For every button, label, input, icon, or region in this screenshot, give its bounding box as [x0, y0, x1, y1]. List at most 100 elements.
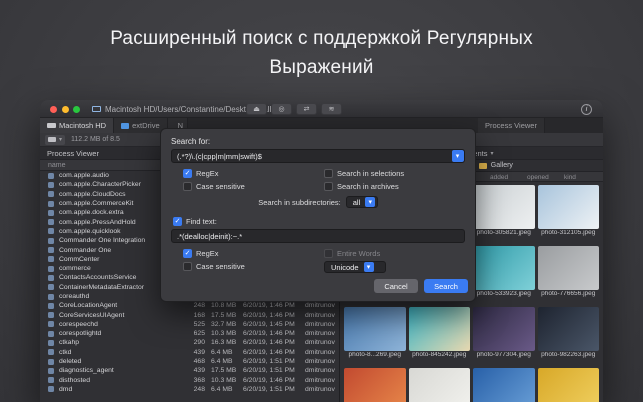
column-header-opened[interactable]: opened: [527, 174, 549, 181]
process-icon: [48, 359, 54, 365]
process-name: diagnostics_agent: [59, 367, 187, 374]
process-icon: [48, 238, 54, 244]
search-in-selections-checkbox[interactable]: Search in selections: [324, 168, 465, 178]
info-button[interactable]: i: [581, 104, 592, 115]
process-name: corespeechd: [59, 321, 187, 328]
process-user: dmitrunov: [305, 358, 339, 365]
gallery-item[interactable]: photo-977304.jpeg: [473, 307, 535, 365]
marketing-background: Расширенный поиск с поддержкой Регулярны…: [0, 0, 643, 402]
find-text-checkbox[interactable]: ✓ Find text:: [171, 216, 465, 226]
drive-select[interactable]: ▾: [45, 135, 65, 145]
search-button[interactable]: Search: [424, 279, 468, 293]
table-row[interactable]: CoreServicesUIAgent 168 17.5 MB 6/20/19,…: [40, 310, 339, 319]
gallery-item[interactable]: [473, 368, 535, 402]
gallery-item[interactable]: photo-533923.jpeg: [473, 246, 535, 304]
process-date: 6/20/19, 1:51 PM: [243, 358, 305, 365]
gallery-item[interactable]: photo-845242.jpeg: [409, 307, 471, 365]
photo-thumbnail: [538, 185, 600, 229]
folder-icon: [121, 123, 129, 129]
table-row[interactable]: CoreLocationAgent 248 10.8 MB 6/20/19, 1…: [40, 301, 339, 310]
tab-macintosh-hd[interactable]: Macintosh HD: [40, 118, 114, 133]
eject-button[interactable]: ⏏: [246, 103, 267, 115]
window-titlebar[interactable]: Macintosh HD/Users/Constantine/Desktop/G…: [40, 100, 603, 118]
process-icon: [48, 340, 54, 346]
process-user: dmitrunov: [305, 349, 339, 356]
checkbox-box: [324, 169, 333, 178]
process-date: 6/20/19, 1:46 PM: [243, 349, 305, 356]
process-icon: [48, 210, 54, 216]
chevron-down-icon: ▾: [59, 136, 62, 143]
search-history-dropdown[interactable]: ▾: [452, 150, 464, 162]
process-user: dmitrunov: [305, 377, 339, 384]
table-row[interactable]: diagnostics_agent 439 17.5 MB 6/20/19, 1…: [40, 366, 339, 375]
search-in-archives-checkbox[interactable]: Search in archives: [324, 181, 465, 191]
preview-button[interactable]: ◎: [271, 103, 292, 115]
checkbox-box: ✓: [183, 249, 192, 258]
zoom-window-button[interactable]: [73, 106, 80, 113]
gallery-item[interactable]: [538, 368, 600, 402]
photo-name: photo-982263.jpeg: [538, 352, 600, 365]
cancel-button[interactable]: Cancel: [374, 279, 418, 293]
gallery-item[interactable]: photo-312105.jpeg: [538, 185, 600, 243]
table-row[interactable]: deleted 468 6.4 MB 6/20/19, 1:51 PM dmit…: [40, 357, 339, 366]
close-window-button[interactable]: [50, 106, 57, 113]
gallery-item[interactable]: photo-776656.jpeg: [538, 246, 600, 304]
sync-button[interactable]: ⇄: [296, 103, 317, 115]
gallery-item[interactable]: photo-8...269.jpeg: [344, 307, 406, 365]
info-icon: i: [586, 106, 588, 113]
photo-thumbnail: [473, 368, 535, 402]
dialog-buttons: Cancel Search: [374, 279, 468, 293]
chevron-down-icon: ▾: [490, 150, 493, 157]
checkbox-box: ✓: [173, 217, 182, 226]
case-sensitive-find-checkbox[interactable]: Case sensitive: [183, 261, 324, 271]
checkbox-label: RegEx: [196, 169, 219, 178]
subdirectories-select[interactable]: all ▾: [346, 196, 378, 208]
table-row[interactable]: ctkd 439 6.4 MB 6/20/19, 1:46 PM dmitrun…: [40, 348, 339, 357]
table-row[interactable]: dmd 248 6.4 MB 6/20/19, 1:51 PM dmitruno…: [40, 385, 339, 394]
checkbox-label: Case sensitive: [196, 182, 245, 191]
process-icon: [48, 182, 54, 188]
checkbox-box: [183, 182, 192, 191]
photo-name: photo-305821.jpeg: [473, 230, 535, 243]
table-row[interactable]: disthosted 368 10.3 MB 6/20/19, 1:46 PM …: [40, 376, 339, 385]
process-icon: [48, 228, 54, 234]
tab-process-viewer[interactable]: Process Viewer: [478, 118, 545, 133]
checkbox-box: [324, 249, 333, 258]
gallery-item[interactable]: photo-982263.jpeg: [538, 307, 600, 365]
column-header-added[interactable]: added: [490, 174, 508, 181]
search-options: ✓ RegEx Search in selections Case sensit…: [171, 168, 465, 191]
process-size: 6.4 MB: [205, 386, 243, 393]
minimize-window-button[interactable]: [62, 106, 69, 113]
column-header-label: name: [48, 162, 66, 169]
regex-find-checkbox[interactable]: ✓ RegEx: [183, 248, 324, 258]
gallery-item[interactable]: [409, 368, 471, 402]
network-button[interactable]: ≋: [321, 103, 342, 115]
drive-icon: [47, 123, 56, 128]
table-row[interactable]: ctkahp 290 16.3 MB 6/20/19, 1:46 PM dmit…: [40, 338, 339, 347]
find-pattern-value: .*(dealloc|deinit):~.*: [177, 232, 242, 241]
process-size: 6.4 MB: [205, 349, 243, 356]
breadcrumb-current[interactable]: Gallery: [491, 162, 513, 169]
table-row[interactable]: corespotlightd 625 10.3 MB 6/20/19, 1:46…: [40, 329, 339, 338]
process-icon: [48, 331, 54, 337]
find-text-input[interactable]: .*(dealloc|deinit):~.*: [171, 229, 465, 243]
encoding-value: Unicode: [331, 263, 359, 272]
table-row[interactable]: corespeechd 525 32.7 MB 6/20/19, 1:45 PM…: [40, 320, 339, 329]
process-size: 6.4 MB: [205, 358, 243, 365]
process-size: 17.5 MB: [205, 312, 243, 319]
case-sensitive-checkbox[interactable]: Case sensitive: [183, 181, 324, 191]
photo-thumbnail: [538, 246, 600, 290]
search-pattern-input[interactable]: (.*?)\.(c|cpp|m|mm|swift)$ ▾: [171, 149, 465, 163]
process-date: 6/20/19, 1:51 PM: [243, 386, 305, 393]
gallery-item[interactable]: [344, 368, 406, 402]
photo-thumbnail: [344, 307, 406, 351]
free-space-label: 112.2 MB of 8.5: [71, 136, 120, 143]
process-user: dmitrunov: [305, 339, 339, 346]
eye-icon: ◎: [278, 105, 284, 113]
process-viewer-label: Process Viewer: [47, 149, 99, 158]
encoding-select[interactable]: Unicode ▾: [324, 261, 386, 273]
process-date: 6/20/19, 1:46 PM: [243, 312, 305, 319]
column-header-kind[interactable]: kind: [564, 174, 576, 181]
regex-checkbox[interactable]: ✓ RegEx: [183, 168, 324, 178]
gallery-item[interactable]: photo-305821.jpeg: [473, 185, 535, 243]
